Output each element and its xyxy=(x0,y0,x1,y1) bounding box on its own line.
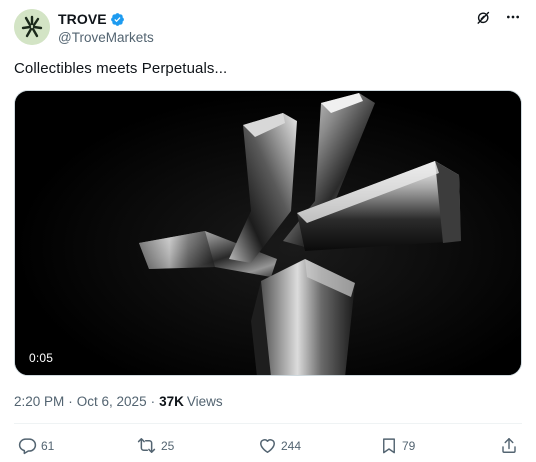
post-metadata: 2:20 PM · Oct 6, 2025 · 37K Views xyxy=(14,394,223,409)
video-duration: 0:05 xyxy=(29,351,54,365)
like-icon xyxy=(260,439,275,453)
repost-count: 25 xyxy=(161,438,175,453)
share-icon xyxy=(502,438,516,453)
action-bar: 61 25 244 79 xyxy=(14,436,522,458)
video-thumbnail xyxy=(15,91,521,375)
bookmark-count: 79 xyxy=(402,438,416,453)
video-player[interactable]: 0:05 xyxy=(14,90,522,376)
repost-icon xyxy=(137,438,156,453)
top-actions xyxy=(474,8,522,26)
tweet-text: Collectibles meets Perpetuals... xyxy=(14,60,228,77)
post-time[interactable]: 2:20 PM xyxy=(14,394,64,409)
more-icon[interactable] xyxy=(504,8,522,26)
separator-dot: · xyxy=(68,394,73,409)
avatar[interactable] xyxy=(14,9,50,45)
trove-logo-icon xyxy=(14,9,50,45)
views-count: 37K xyxy=(159,394,184,409)
display-name[interactable]: TROVE xyxy=(58,11,107,27)
bookmark-button[interactable]: 79 xyxy=(380,436,415,455)
author-info: TROVE @TroveMarkets xyxy=(58,10,154,45)
divider xyxy=(14,423,522,424)
reply-icon xyxy=(18,438,37,455)
repost-button[interactable]: 25 xyxy=(136,436,174,455)
display-name-row: TROVE xyxy=(58,10,154,28)
tweet: TROVE @TroveMarkets Collectibles meets P… xyxy=(0,0,536,462)
reply-button[interactable]: 61 xyxy=(18,436,54,455)
reply-count: 61 xyxy=(41,438,55,453)
post-date[interactable]: Oct 6, 2025 xyxy=(77,394,147,409)
views-label: Views xyxy=(186,394,223,409)
share-button[interactable] xyxy=(500,436,518,455)
separator-dot: · xyxy=(150,394,156,409)
bookmark-icon xyxy=(383,438,395,454)
verified-badge-icon[interactable] xyxy=(110,12,125,27)
grok-icon[interactable] xyxy=(474,8,492,26)
like-button[interactable]: 244 xyxy=(258,436,301,455)
author-handle[interactable]: @TroveMarkets xyxy=(58,30,154,45)
like-count: 244 xyxy=(281,438,302,453)
